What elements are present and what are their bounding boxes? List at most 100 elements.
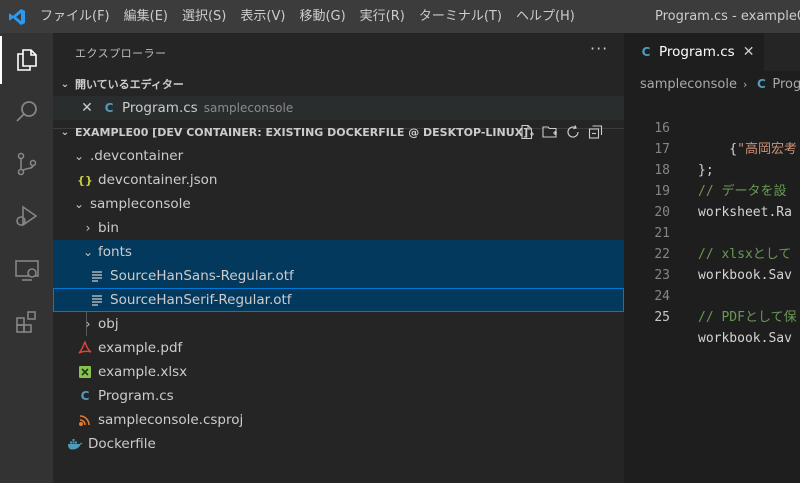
code-line: 22 workbook.Sav: [624, 223, 800, 283]
open-editors-label: 開いているエディター: [75, 78, 184, 91]
tree-file-csproj[interactable]: sampleconsole.csproj: [53, 408, 624, 432]
line-number: 25: [654, 310, 670, 325]
chevron-right-icon: ›: [742, 77, 748, 91]
source-control-icon[interactable]: [0, 140, 53, 188]
menu-help[interactable]: ヘルプ(H): [509, 0, 582, 33]
tree-file-program-cs[interactable]: C Program.cs: [53, 384, 624, 408]
chevron-down-icon: ⌄: [73, 149, 85, 163]
collapse-all-icon[interactable]: [588, 124, 604, 140]
tree-folder-fonts[interactable]: ⌄ fonts: [53, 240, 624, 264]
editor-area: C Program.cs ✕ sampleconsole › C Prog 16…: [624, 33, 800, 483]
tree-file-dockerfile[interactable]: Dockerfile: [53, 432, 624, 456]
menu-selection[interactable]: 選択(S): [175, 0, 233, 33]
tree-file-devcontainer-json[interactable]: {} devcontainer.json: [53, 168, 624, 192]
close-icon[interactable]: ✕: [743, 44, 755, 60]
tree-item-label: SourceHanSerif-Regular.otf: [110, 292, 292, 308]
code-line: 17 };: [624, 118, 800, 178]
vscode-logo-icon: [0, 0, 33, 33]
csharp-file-icon: C: [80, 389, 90, 403]
json-file-icon: {}: [77, 173, 93, 187]
open-editors-header[interactable]: ⌄ 開いているエディター: [53, 73, 624, 95]
code-text: workbook.Sav: [698, 331, 792, 346]
font-file-icon: [89, 292, 105, 308]
new-folder-icon[interactable]: [542, 124, 558, 140]
remote-explorer-icon[interactable]: [0, 246, 53, 294]
tab-label: Program.cs: [659, 44, 735, 60]
tree-file-sourcehansans[interactable]: SourceHanSans-Regular.otf: [53, 264, 624, 288]
excel-file-icon: [77, 364, 93, 380]
breadcrumb-item[interactable]: sampleconsole: [640, 77, 737, 92]
workspace-label: EXAMPLE00 [DEV CONTAINER: EXISTING DOCKE…: [75, 125, 529, 139]
menu-run[interactable]: 実行(R): [353, 0, 412, 33]
docker-file-icon: [67, 436, 83, 452]
menu-file[interactable]: ファイル(F): [33, 0, 117, 33]
tree-item-label: Dockerfile: [88, 436, 156, 452]
workspace-actions: [519, 121, 604, 143]
tree-item-label: devcontainer.json: [98, 172, 218, 188]
menu-view[interactable]: 表示(V): [233, 0, 292, 33]
new-file-icon[interactable]: [519, 124, 535, 140]
breadcrumb: sampleconsole › C Prog: [640, 71, 800, 97]
menu-bar: ファイル(F) 編集(E) 選択(S) 表示(V) 移動(G) 実行(R) ター…: [33, 0, 582, 33]
chevron-down-icon: ⌄: [82, 245, 94, 259]
close-icon[interactable]: ✕: [79, 100, 95, 116]
code-line: 20: [624, 181, 800, 220]
code-line: 23: [624, 244, 800, 283]
csharp-file-icon: C: [641, 45, 651, 59]
code-line: 25 workbook.Sav: [624, 286, 800, 346]
editor-tab-bar: C Program.cs ✕: [624, 33, 800, 71]
font-file-icon: [89, 268, 105, 284]
code-line: 21 // xlsxとして: [624, 202, 800, 262]
more-actions-button[interactable]: ···: [590, 39, 608, 58]
code-line: 16 {"高岡宏考: [624, 97, 800, 157]
tree-file-sourcehanserif[interactable]: SourceHanSerif-Regular.otf: [53, 288, 624, 312]
code-line: 18 // データを設: [624, 139, 800, 199]
pdf-file-icon: [77, 340, 93, 356]
tree-folder-bin[interactable]: › bin: [53, 216, 624, 240]
tree-item-label: fonts: [98, 244, 132, 260]
sidebar-title: エクスプローラー: [75, 47, 167, 60]
tree-item-label: example.xlsx: [98, 364, 188, 380]
breadcrumb-item[interactable]: Prog: [772, 77, 800, 92]
sidebar-header: エクスプローラー ···: [53, 33, 624, 71]
workspace-header[interactable]: ⌄ EXAMPLE00 [DEV CONTAINER: EXISTING DOC…: [53, 121, 624, 143]
chevron-down-icon: ⌄: [73, 197, 85, 211]
tree-item-label: Program.cs: [98, 388, 174, 404]
menu-go[interactable]: 移動(G): [292, 0, 352, 33]
run-debug-icon[interactable]: [0, 192, 53, 240]
tree-item-label: example.pdf: [98, 340, 183, 356]
code-line: 24 // PDFとして保: [624, 265, 800, 325]
menu-edit[interactable]: 編集(E): [117, 0, 175, 33]
chevron-right-icon: ›: [85, 317, 91, 331]
open-editor-item[interactable]: ✕ C Program.cs sampleconsole: [53, 96, 624, 120]
code-line: 19 worksheet.Ra: [624, 160, 800, 220]
explorer-sidebar: エクスプローラー ··· ⌄ 開いているエディター ✕ C Program.cs…: [53, 33, 624, 483]
tree-folder-devcontainer[interactable]: ⌄ .devcontainer: [53, 144, 624, 168]
window-title: Program.cs - example0: [655, 9, 800, 24]
rss-file-icon: [77, 412, 93, 428]
menu-terminal[interactable]: ターミナル(T): [412, 0, 509, 33]
explorer-icon[interactable]: [0, 36, 53, 84]
tree-item-label: .devcontainer: [90, 148, 184, 164]
chevron-down-icon: ⌄: [60, 126, 70, 138]
open-editor-name: Program.cs: [122, 100, 198, 116]
activity-bar: [0, 33, 53, 483]
tree-item-label: SourceHanSans-Regular.otf: [110, 268, 294, 284]
refresh-icon[interactable]: [565, 124, 581, 140]
tree-file-example-xlsx[interactable]: example.xlsx: [53, 360, 624, 384]
chevron-down-icon: ⌄: [60, 78, 70, 90]
extensions-icon[interactable]: [0, 298, 53, 346]
csharp-file-icon: C: [104, 101, 114, 115]
tree-file-example-pdf[interactable]: example.pdf: [53, 336, 624, 360]
search-icon[interactable]: [0, 88, 53, 136]
tree-folder-obj[interactable]: › obj: [53, 312, 624, 336]
tree-item-label: obj: [98, 316, 119, 332]
chevron-right-icon: ›: [85, 221, 91, 235]
tree-folder-sampleconsole[interactable]: ⌄ sampleconsole: [53, 192, 624, 216]
open-editor-description: sampleconsole: [203, 101, 294, 115]
tree-item-label: sampleconsole.csproj: [98, 412, 244, 428]
tree-item-label: bin: [98, 220, 119, 236]
csharp-file-icon: C: [756, 77, 766, 91]
tab-program-cs[interactable]: C Program.cs ✕: [624, 33, 764, 71]
tree-item-label: sampleconsole: [90, 196, 191, 212]
